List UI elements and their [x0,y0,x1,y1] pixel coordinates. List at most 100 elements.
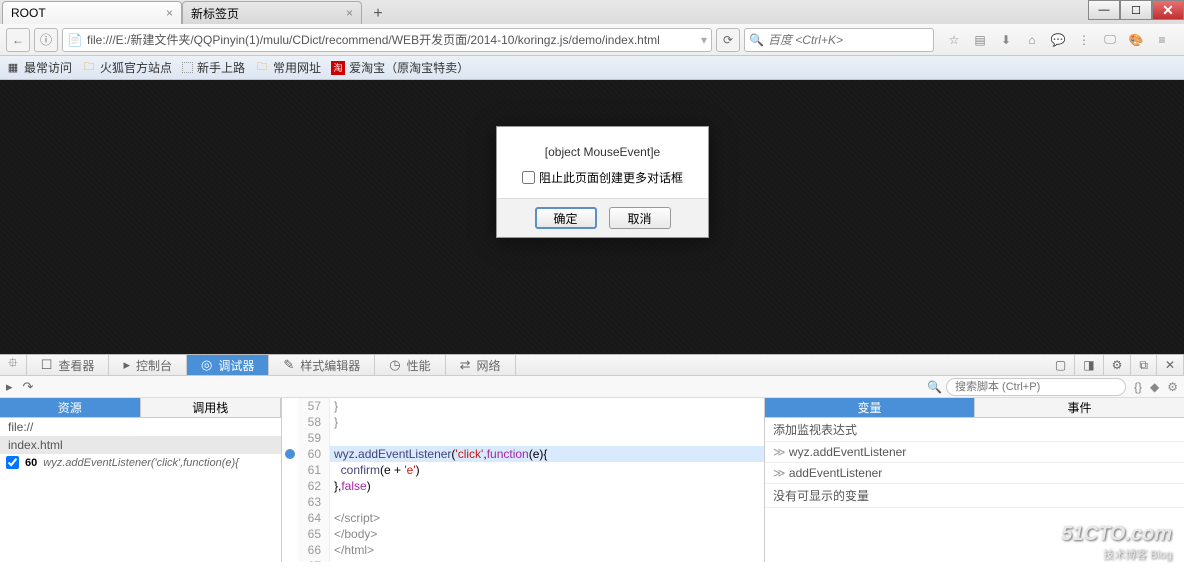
devtools-body: 资源 调用栈 file:// index.html 60 wyz.addEven… [0,398,1184,562]
devtools-toolbar: ⯐ ☐查看器 ▸控制台 ◎调试器 ✎样式编辑器 ◷性能 ⇄网络 ▢ ◨ ⚙ ⧉ … [0,354,1184,376]
dropdown-icon[interactable]: ▾ [701,33,707,47]
callstack-tab[interactable]: 调用栈 [141,398,282,418]
bp-line: 60 [25,457,37,469]
variables-panel: 变量 事件 添加监视表达式wyz.addEventListeneraddEven… [764,398,1184,562]
chat-icon[interactable]: 💬 [1050,32,1066,48]
bp-checkbox[interactable] [6,456,19,469]
bp-text: wyz.addEventListener('click',function(e)… [43,457,239,469]
dt-dock-side[interactable]: ◨ [1075,355,1103,375]
gear-icon[interactable]: ⚙ [1167,380,1178,394]
code-panel: 57585960616263646566676869 }}wyz.addEven… [282,398,764,562]
most-visited[interactable]: ▦ 最常访问 [6,59,72,76]
max-button[interactable]: ☐ [1120,0,1152,20]
back-button[interactable]: ← [6,28,30,52]
browser-tab-1[interactable]: 新标签页 × [182,1,362,24]
dt-tab-network[interactable]: ⇄网络 [446,355,516,375]
min-button[interactable]: — [1088,0,1120,20]
url-box[interactable]: 📄 ▾ [62,28,712,52]
search-icon: 🔍 [749,33,764,47]
dt-tab-console[interactable]: ▸控制台 [109,355,187,375]
script-search-input[interactable] [946,378,1126,396]
events-tab[interactable]: 事件 [975,398,1184,418]
dt-tab-perf[interactable]: ◷性能 [375,355,445,375]
bookmarks-bar: ▦ 最常访问 🗀 火狐官方站点 新手上路 🗀 常用网址 淘爱淘宝（原淘宝特卖） [0,56,1184,80]
line-gutter: 57585960616263646566676869 [298,398,330,562]
debugger-subtoolbar: ▸ ↷ 🔍 {} ◆ ⚙ [0,376,1184,398]
bm-item-0[interactable]: 🗀 火狐官方站点 [82,59,172,76]
library-icon[interactable]: ▤ [972,32,988,48]
bm-label: 火狐官方站点 [100,59,172,76]
file-item[interactable]: index.html [0,436,281,454]
clock-icon: ◷ [389,357,400,373]
options-icon[interactable]: ⋮ [1076,32,1092,48]
play-icon: ▸ [123,357,130,373]
close-icon[interactable]: × [346,6,353,20]
toggle-bp-icon[interactable]: ◆ [1150,380,1159,394]
grid-icon: ▦ [6,61,20,75]
reload-button[interactable]: ⟳ [716,28,740,52]
tab-title: 新标签页 [191,5,346,22]
variables-tab[interactable]: 变量 [765,398,975,418]
folder-icon: 🗀 [82,61,96,75]
identity-button[interactable]: ⓘ [34,28,58,52]
dt-split-console[interactable]: ▢ [1047,355,1075,375]
close-button[interactable]: ✕ [1152,0,1184,20]
variable-row[interactable]: 添加监视表达式 [765,418,1184,442]
confirm-dialog: [object MouseEvent]e 阻止此页面创建更多对话框 确定 取消 [496,126,709,238]
cancel-button[interactable]: 取消 [609,207,671,229]
sources-panel: 资源 调用栈 file:// index.html 60 wyz.addEven… [0,398,282,562]
dt-tab-style[interactable]: ✎样式编辑器 [269,355,375,375]
search-input[interactable] [768,33,929,47]
checkbox-label: 阻止此页面创建更多对话框 [539,169,683,186]
dt-settings[interactable]: ⚙ [1104,355,1132,375]
dt-tab-debugger[interactable]: ◎调试器 [187,355,269,375]
downloads-icon[interactable]: ⬇ [998,32,1014,48]
page-content: [object MouseEvent]e 阻止此页面创建更多对话框 确定 取消 [0,80,1184,354]
dt-tab-inspector[interactable]: ☐查看器 [27,355,110,375]
search-icon: 🔍 [927,380,942,394]
add-tab-button[interactable]: + [366,4,390,24]
print-icon[interactable]: 🖵 [1102,32,1118,48]
variable-row[interactable]: 没有可显示的变量 [765,484,1184,508]
resume-icon[interactable]: ▸ [6,379,13,395]
folder-icon: 🗀 [255,61,269,75]
pretty-print-icon[interactable]: {} [1134,380,1142,394]
bm-label: 新手上路 [197,59,245,76]
code-lines[interactable]: }}wyz.addEventListener('click',function(… [330,398,764,562]
pointer-icon: ⯐ [8,354,18,376]
bm-label: 爱淘宝（原淘宝特卖） [349,59,469,76]
ok-button[interactable]: 确定 [535,207,597,229]
bm-label: 最常访问 [24,59,72,76]
breakpoint-row[interactable]: 60 wyz.addEventListener('click',function… [0,454,281,471]
edit-icon: ✎ [283,357,294,373]
variable-row[interactable]: addEventListener [765,463,1184,484]
search-box[interactable]: 🔍 [744,28,934,52]
dt-popout[interactable]: ⧉ [1131,355,1157,375]
variable-row[interactable]: wyz.addEventListener [765,442,1184,463]
bm-item-2[interactable]: 🗀 常用网址 [255,59,321,76]
bookmark-star-icon[interactable]: ☆ [946,32,962,48]
bm-label: 常用网址 [273,59,321,76]
url-input[interactable] [87,33,701,47]
target-icon: ◎ [201,357,212,373]
home-icon[interactable]: ⌂ [1024,32,1040,48]
inspect-toggle[interactable]: ⯐ [0,355,27,375]
transfer-icon: ⇄ [460,357,471,373]
search-icon: ☐ [41,357,53,373]
url-bar: ← ⓘ 📄 ▾ ⟳ 🔍 ☆ ▤ ⬇ ⌂ 💬 ⋮ 🖵 🎨 ≡ [0,24,1184,56]
close-icon[interactable]: × [166,6,173,20]
taobao-icon: 淘 [331,61,345,75]
file-root[interactable]: file:// [0,418,281,436]
dialog-message: [object MouseEvent]e [497,127,708,169]
bm-item-3[interactable]: 淘爱淘宝（原淘宝特卖） [331,59,469,76]
prevent-dialogs-checkbox[interactable] [522,171,535,184]
bm-item-1[interactable]: 新手上路 [182,59,245,76]
menu-icon[interactable]: ≡ [1154,32,1170,48]
paint-icon[interactable]: 🎨 [1128,32,1144,48]
sources-tab[interactable]: 资源 [0,398,141,418]
browser-tab-0[interactable]: ROOT × [2,1,182,24]
bp-gutter[interactable] [282,398,298,562]
dt-close[interactable]: ✕ [1157,355,1184,375]
step-over-icon[interactable]: ↷ [23,379,34,395]
tab-bar: ROOT × 新标签页 × + [0,0,1184,24]
